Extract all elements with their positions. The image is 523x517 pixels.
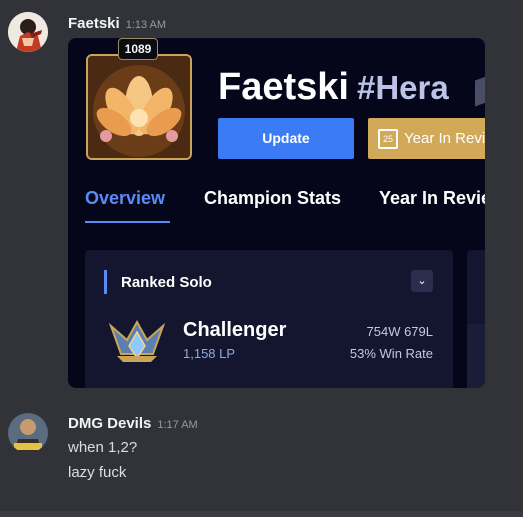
challenger-emblem-icon [108, 318, 166, 364]
username[interactable]: Faetski 1:13 AM [68, 15, 166, 32]
win-rate: 53% Win Rate [349, 346, 433, 361]
summoner-tag: #Hera [356, 69, 449, 106]
update-button[interactable]: Update [218, 118, 354, 159]
league-points: 1,158 LP [183, 346, 236, 361]
message-faetski: Faetski 1:13 AM 1089 Faetski #Hera Update [0, 0, 523, 395]
tag-shape-icon [475, 75, 485, 107]
username[interactable]: DMG Devils 1:17 AM [68, 415, 198, 432]
lotus-profile-icon [88, 56, 190, 158]
section-accent-bar [104, 270, 107, 294]
win-loss-record: 754W 679L [366, 324, 434, 339]
timestamp: 1:13 AM [125, 19, 167, 31]
avatar-faetski[interactable] [8, 12, 48, 52]
profile-icon-frame [86, 54, 192, 160]
message-line: lazy fuck [68, 464, 127, 481]
tab-overview[interactable]: Overview [85, 188, 165, 209]
chat-input-edge[interactable] [0, 511, 523, 517]
message-dmg-devils: DMG Devils 1:17 AM when 1,2? lazy fuck [0, 405, 523, 495]
active-tab-indicator [85, 221, 170, 223]
calendar-icon: 25 [378, 128, 398, 149]
tab-year-in-review[interactable]: Year In Revie [379, 188, 485, 209]
timestamp: 1:17 AM [157, 419, 198, 431]
tier-name: Challenger [183, 319, 287, 341]
level-badge: 1089 [118, 38, 158, 60]
avatar-dmg-devils[interactable] [8, 413, 48, 453]
chevron-down-icon[interactable]: ⌄ [411, 270, 433, 292]
year-in-review-label: Year In Revi [404, 130, 485, 147]
message-line: when 1,2? [68, 439, 138, 456]
avatar-person-icon [8, 413, 48, 453]
ranked-title: Ranked Solo [121, 274, 212, 291]
embed-image[interactable]: 1089 Faetski #Hera Update 25 Year In Revi… [68, 38, 485, 388]
summoner-name: Faetski #Hera [218, 66, 449, 108]
avatar-character-icon [8, 12, 48, 52]
side-card [467, 250, 485, 388]
tab-champion-stats[interactable]: Champion Stats [204, 188, 341, 209]
ranked-solo-card: Ranked Solo ⌄ Challenger 1,158 LP 754W 6… [85, 250, 453, 388]
side-card-strip [467, 324, 485, 388]
year-in-review-button[interactable]: 25 Year In Revi [368, 118, 485, 159]
